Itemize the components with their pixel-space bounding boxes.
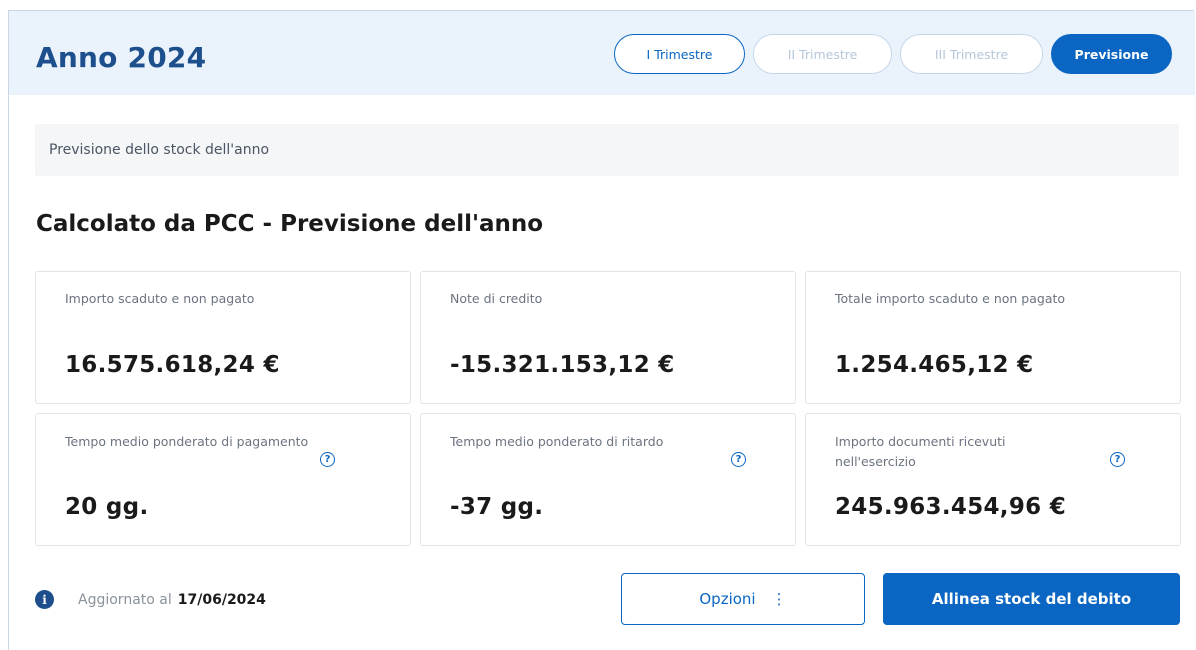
- metric-overdue-unpaid: Importo scaduto e non pagato 16.575.618,…: [35, 271, 411, 404]
- tab-forecast[interactable]: Previsione: [1051, 34, 1172, 74]
- metric-value: 245.963.454,96 €: [835, 494, 1067, 520]
- card-header: Anno 2024 I Trimestre II Trimestre III T…: [9, 11, 1195, 95]
- period-tabs: I Trimestre II Trimestre III Trimestre P…: [614, 34, 1172, 74]
- align-debt-stock-button[interactable]: Allinea stock del debito: [883, 573, 1180, 625]
- kebab-menu-icon: ⋮: [771, 590, 787, 608]
- metric-label: Totale importo scaduto e non pagato: [835, 291, 1066, 306]
- tab-second-quarter[interactable]: II Trimestre: [753, 34, 892, 74]
- metric-value: 20 gg.: [65, 494, 149, 520]
- updated-date: 17/06/2024: [177, 591, 266, 608]
- metric-credit-notes: Note di credito -15.321.153,12 €: [420, 271, 796, 404]
- last-updated: i Aggiornato al 17/06/2024: [35, 590, 266, 609]
- metric-total-overdue: Totale importo scaduto e non pagato 1.25…: [805, 271, 1181, 404]
- metric-avg-delay-time: Tempo medio ponderato di ritardo ? -37 g…: [420, 413, 796, 546]
- question-circle-icon[interactable]: ?: [1110, 452, 1125, 467]
- forecast-info-bar: Previsione dello stock dell'anno: [35, 124, 1179, 176]
- question-circle-icon[interactable]: ?: [320, 452, 335, 467]
- tab-first-quarter[interactable]: I Trimestre: [614, 34, 745, 74]
- question-circle-icon[interactable]: ?: [731, 452, 746, 467]
- metric-value: -15.321.153,12 €: [450, 352, 675, 378]
- options-button[interactable]: Opzioni ⋮: [621, 573, 865, 625]
- metric-value: -37 gg.: [450, 494, 544, 520]
- section-title: Calcolato da PCC - Previsione dell'anno: [36, 211, 544, 237]
- tab-third-quarter[interactable]: III Trimestre: [900, 34, 1043, 74]
- primary-button-label: Allinea stock del debito: [931, 590, 1132, 608]
- forecast-card: Anno 2024 I Trimestre II Trimestre III T…: [8, 10, 1195, 650]
- options-label: Opzioni: [699, 590, 756, 608]
- metric-value: 16.575.618,24 €: [65, 352, 280, 378]
- metric-label: Note di credito: [450, 291, 543, 306]
- metric-label: Importo scaduto e non pagato: [65, 291, 255, 306]
- metric-label: Tempo medio ponderato di pagamento: [65, 434, 309, 449]
- info-bar-text: Previsione dello stock dell'anno: [49, 142, 270, 158]
- updated-label: Aggiornato al: [78, 591, 172, 608]
- metric-value: 1.254.465,12 €: [835, 352, 1034, 378]
- metric-avg-payment-time: Tempo medio ponderato di pagamento ? 20 …: [35, 413, 411, 546]
- metric-label: Importo documenti ricevuti nell'esercizi…: [835, 434, 1006, 469]
- metric-label: Tempo medio ponderato di ritardo: [450, 434, 664, 449]
- metric-documents-received: Importo documenti ricevuti nell'esercizi…: [805, 413, 1181, 546]
- page-title: Anno 2024: [36, 41, 207, 74]
- info-circle-icon: i: [35, 590, 54, 609]
